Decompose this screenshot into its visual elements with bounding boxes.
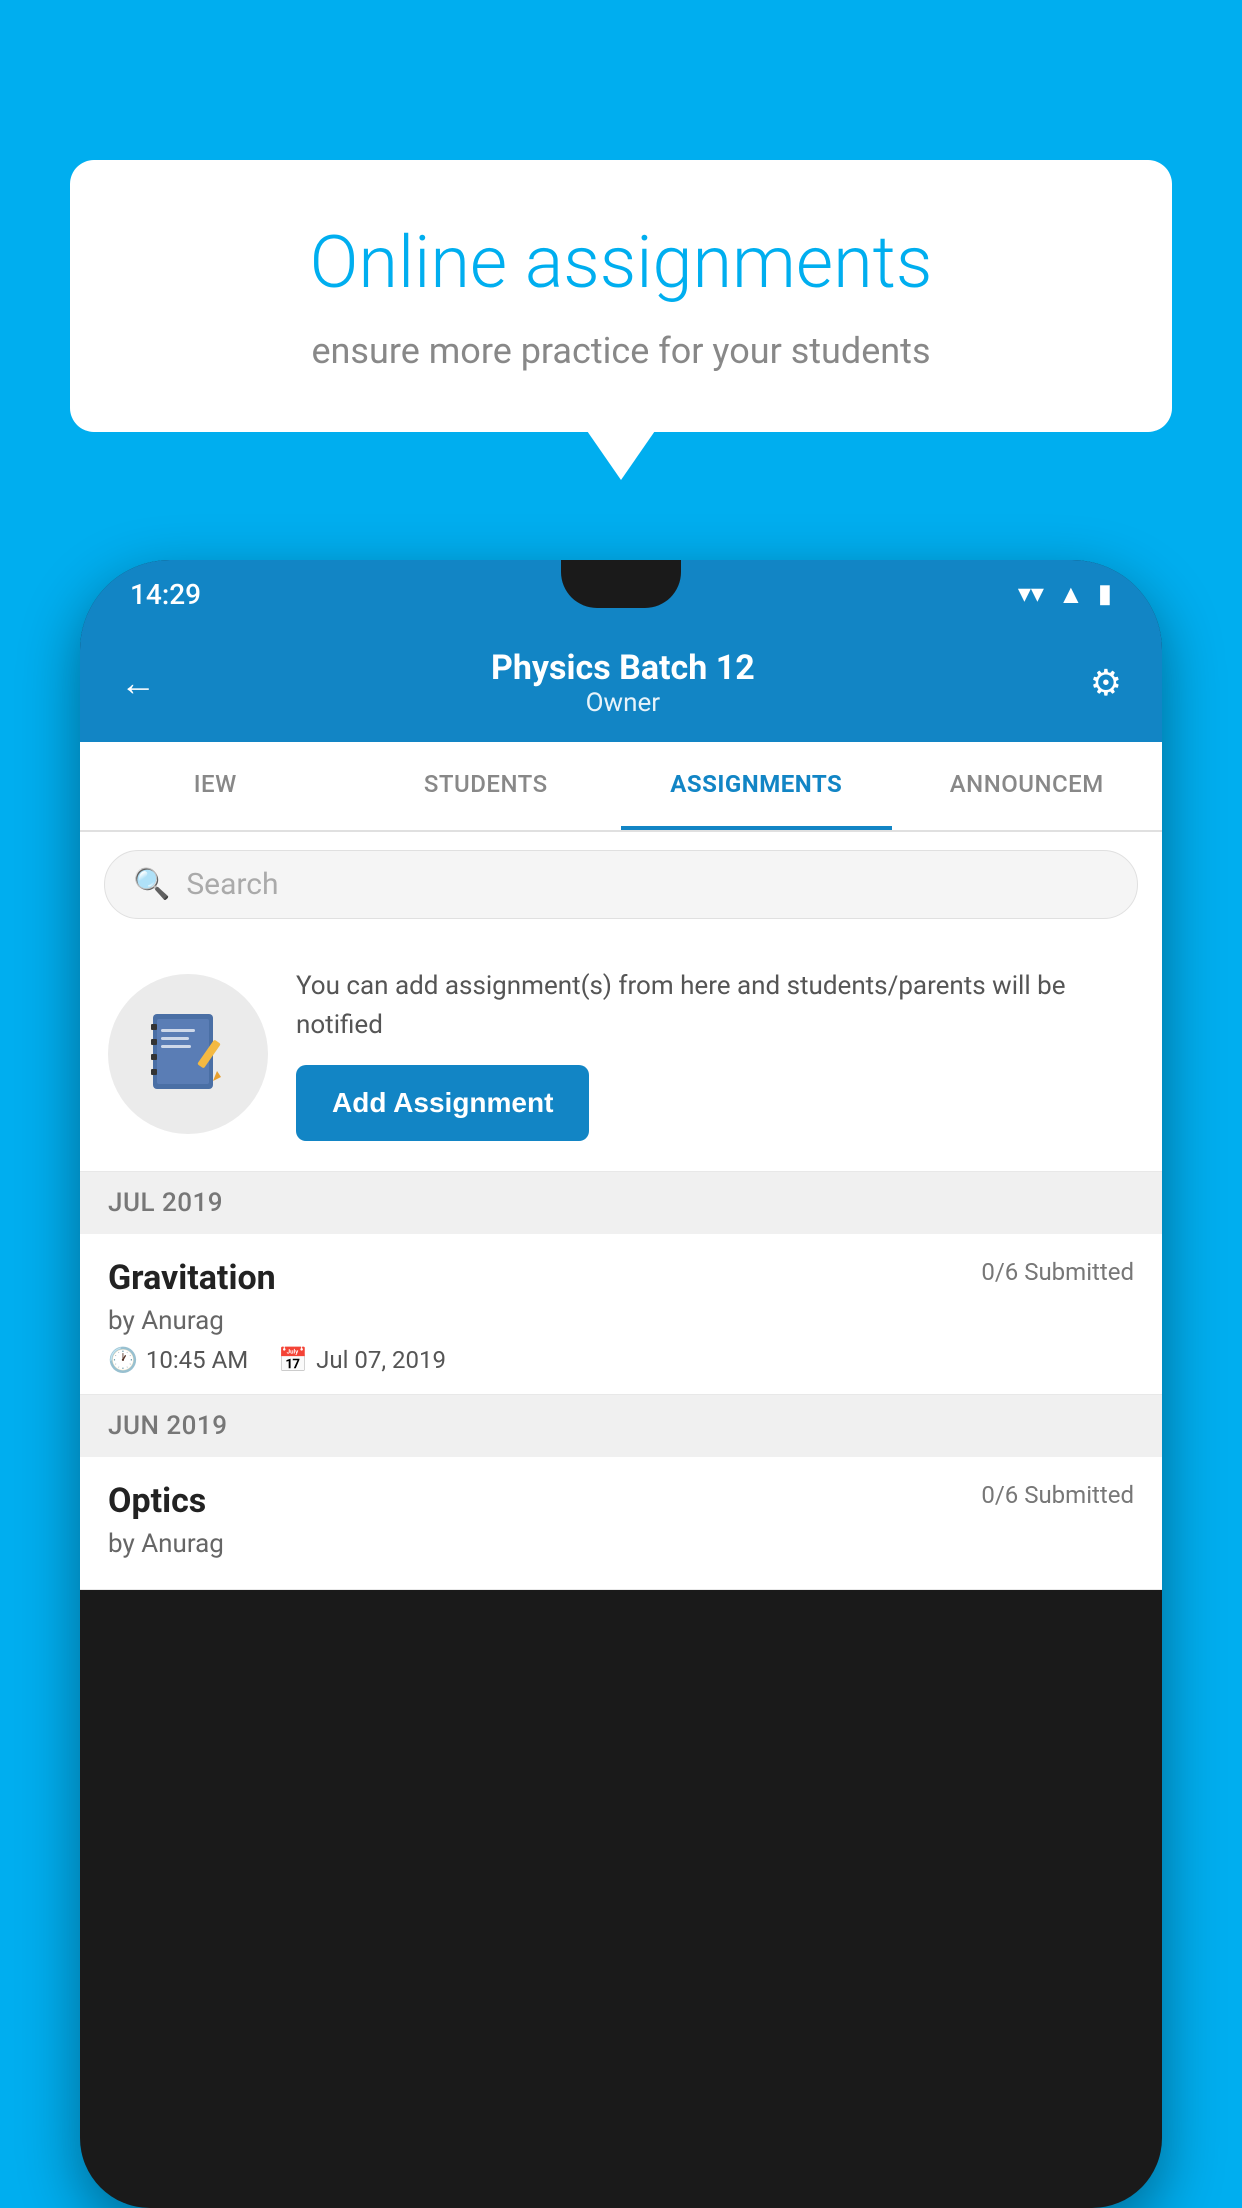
assignment-item-gravitation[interactable]: Gravitation 0/6 Submitted by Anurag 🕐 10… [80, 1234, 1162, 1395]
tab-assignments[interactable]: ASSIGNMENTS [621, 742, 892, 830]
assignment-item-optics[interactable]: Optics 0/6 Submitted by Anurag [80, 1457, 1162, 1590]
header-title: Physics Batch 12 [491, 648, 755, 688]
assignment-by-gravitation: by Anurag [108, 1306, 1134, 1336]
section-jul-2019: JUL 2019 [80, 1172, 1162, 1234]
search-icon: 🔍 [133, 867, 170, 902]
search-placeholder: Search [186, 867, 278, 902]
clock-icon: 🕐 [108, 1346, 138, 1374]
meta-date-gravitation: 📅 Jul 07, 2019 [278, 1346, 446, 1374]
section-jun-label: JUN 2019 [108, 1411, 227, 1441]
section-jun-2019: JUN 2019 [80, 1395, 1162, 1457]
speech-bubble-title: Online assignments [130, 220, 1112, 306]
battery-icon: ▮ [1098, 579, 1112, 609]
assignment-name-optics: Optics [108, 1481, 206, 1521]
signal-icon: ▲ [1058, 579, 1084, 610]
section-jul-label: JUL 2019 [108, 1188, 223, 1218]
assignment-date-gravitation: Jul 07, 2019 [316, 1346, 446, 1374]
promo-icon-circle [108, 974, 268, 1134]
notebook-icon [143, 1009, 233, 1099]
speech-bubble-container: Online assignments ensure more practice … [70, 160, 1172, 432]
assignment-submitted-gravitation: 0/6 Submitted [981, 1258, 1134, 1286]
assignment-top-row-optics: Optics 0/6 Submitted [108, 1481, 1134, 1521]
add-assignment-button[interactable]: Add Assignment [296, 1065, 589, 1141]
phone-screen: 🔍 Search [80, 832, 1162, 1590]
meta-time-gravitation: 🕐 10:45 AM [108, 1346, 248, 1374]
status-icons: ▾▾ ▲ ▮ [1018, 579, 1112, 610]
assignment-meta-gravitation: 🕐 10:45 AM 📅 Jul 07, 2019 [108, 1346, 1134, 1374]
assignment-top-row: Gravitation 0/6 Submitted [108, 1258, 1134, 1298]
tabs-container: IEW STUDENTS ASSIGNMENTS ANNOUNCEM [80, 742, 1162, 832]
phone-frame: 14:29 ▾▾ ▲ ▮ ← Physics Batch 12 Owner ⚙ … [80, 560, 1162, 2208]
speech-bubble-subtitle: ensure more practice for your students [130, 330, 1112, 372]
assignment-promo: You can add assignment(s) from here and … [80, 937, 1162, 1172]
tab-iew[interactable]: IEW [80, 742, 351, 830]
calendar-icon: 📅 [278, 1346, 308, 1374]
assignment-name-gravitation: Gravitation [108, 1258, 276, 1298]
notch [561, 560, 681, 608]
promo-text-area: You can add assignment(s) from here and … [296, 967, 1134, 1141]
search-bar[interactable]: 🔍 Search [104, 850, 1138, 919]
wifi-icon: ▾▾ [1018, 579, 1044, 609]
promo-description: You can add assignment(s) from here and … [296, 967, 1134, 1045]
header-subtitle: Owner [491, 688, 755, 718]
status-time: 14:29 [130, 578, 201, 611]
speech-bubble: Online assignments ensure more practice … [70, 160, 1172, 432]
assignment-submitted-optics: 0/6 Submitted [981, 1481, 1134, 1509]
assignment-by-optics: by Anurag [108, 1529, 1134, 1559]
tab-announcements[interactable]: ANNOUNCEM [892, 742, 1163, 830]
settings-icon[interactable]: ⚙ [1090, 662, 1122, 704]
header-title-group: Physics Batch 12 Owner [491, 648, 755, 718]
search-bar-container: 🔍 Search [80, 832, 1162, 937]
back-button[interactable]: ← [120, 662, 156, 704]
tab-students[interactable]: STUDENTS [351, 742, 622, 830]
status-bar: 14:29 ▾▾ ▲ ▮ [80, 560, 1162, 628]
app-header: ← Physics Batch 12 Owner ⚙ [80, 628, 1162, 742]
assignment-time-gravitation: 10:45 AM [146, 1346, 248, 1374]
